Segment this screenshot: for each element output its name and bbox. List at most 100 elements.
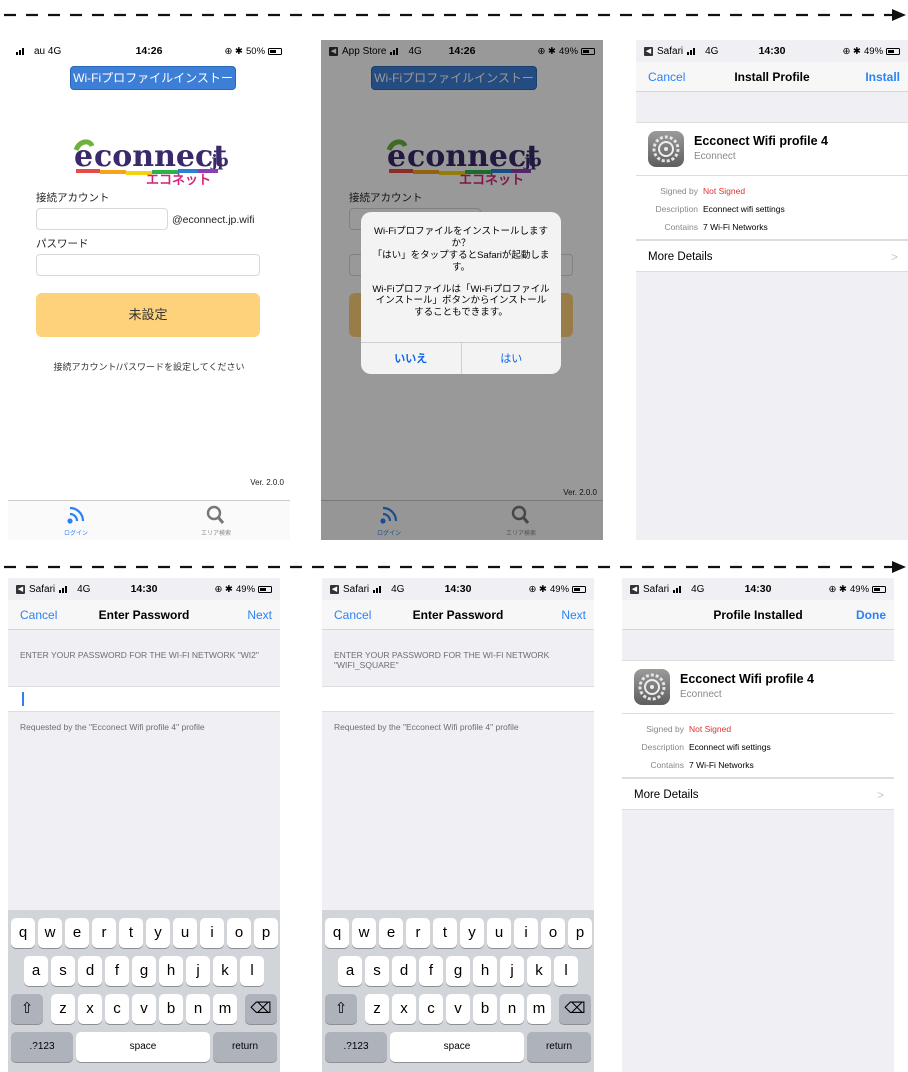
next-button[interactable]: Next: [247, 600, 272, 630]
status-bar: ◀ Safari 4G 14:30 ⊕ ✱ 49%: [622, 578, 894, 600]
key-s[interactable]: s: [365, 956, 389, 986]
back-app-icon[interactable]: ◀: [630, 584, 639, 594]
key-z[interactable]: z: [365, 994, 389, 1024]
password-input[interactable]: [36, 254, 260, 276]
svg-text:.jp: .jp: [206, 151, 229, 170]
back-app-label[interactable]: Safari: [643, 584, 669, 595]
screen-enter-password-wi2: ◀ Safari 4G 14:30 ⊕ ✱ 49% Enter Password…: [8, 578, 280, 1072]
chevron-right-icon: >: [876, 788, 884, 802]
password-field[interactable]: [8, 686, 280, 712]
tab-login[interactable]: ログイン: [46, 505, 106, 537]
key-x[interactable]: x: [78, 994, 102, 1024]
alert-no-button[interactable]: いいえ: [361, 343, 461, 374]
key-r[interactable]: r: [406, 918, 430, 948]
key-v[interactable]: v: [132, 994, 156, 1024]
key-x[interactable]: x: [392, 994, 416, 1024]
key-l[interactable]: l: [240, 956, 264, 986]
key-m[interactable]: m: [213, 994, 237, 1024]
back-app-icon[interactable]: ◀: [330, 584, 339, 594]
more-details-row[interactable]: More Details >: [622, 778, 894, 810]
key-i[interactable]: i: [514, 918, 538, 948]
unset-button[interactable]: 未設定: [36, 293, 260, 337]
done-button[interactable]: Done: [856, 600, 886, 630]
back-app-label[interactable]: Safari: [343, 584, 369, 595]
key-k[interactable]: k: [527, 956, 551, 986]
cancel-button[interactable]: Cancel: [20, 600, 57, 630]
next-button[interactable]: Next: [561, 600, 586, 630]
install-button[interactable]: Install: [865, 62, 900, 92]
key-q[interactable]: q: [325, 918, 349, 948]
shift-key[interactable]: ⇧: [325, 994, 357, 1024]
key-w[interactable]: w: [38, 918, 62, 948]
key-m[interactable]: m: [527, 994, 551, 1024]
return-key[interactable]: return: [527, 1032, 591, 1062]
numbers-key[interactable]: .?123: [11, 1032, 73, 1062]
key-y[interactable]: y: [146, 918, 170, 948]
key-j[interactable]: j: [186, 956, 210, 986]
key-r[interactable]: r: [92, 918, 116, 948]
description-value: Econnect wifi settings: [703, 204, 785, 214]
key-v[interactable]: v: [446, 994, 470, 1024]
account-input[interactable]: [36, 208, 168, 230]
key-e[interactable]: e: [379, 918, 403, 948]
delete-key[interactable]: ⌫: [559, 994, 591, 1024]
key-a[interactable]: a: [24, 956, 48, 986]
back-app-icon[interactable]: ◀: [16, 584, 25, 594]
key-u[interactable]: u: [487, 918, 511, 948]
numbers-key[interactable]: .?123: [325, 1032, 387, 1062]
key-o[interactable]: o: [541, 918, 565, 948]
more-details-row[interactable]: More Details >: [636, 240, 908, 272]
key-g[interactable]: g: [446, 956, 470, 986]
back-app-label[interactable]: Safari: [657, 46, 683, 57]
back-app-icon[interactable]: ◀: [644, 46, 653, 56]
key-t[interactable]: t: [119, 918, 143, 948]
back-app-label[interactable]: Safari: [29, 584, 55, 595]
key-f[interactable]: f: [105, 956, 129, 986]
signal-icon: [687, 47, 701, 55]
password-field[interactable]: [322, 686, 594, 712]
key-n[interactable]: n: [500, 994, 524, 1024]
key-d[interactable]: d: [392, 956, 416, 986]
key-w[interactable]: w: [352, 918, 376, 948]
space-key[interactable]: space: [76, 1032, 210, 1062]
key-n[interactable]: n: [186, 994, 210, 1024]
key-c[interactable]: c: [105, 994, 129, 1024]
key-f[interactable]: f: [419, 956, 443, 986]
cancel-button[interactable]: Cancel: [648, 62, 685, 92]
key-z[interactable]: z: [51, 994, 75, 1024]
key-b[interactable]: b: [473, 994, 497, 1024]
key-b[interactable]: b: [159, 994, 183, 1024]
clock: 14:30: [130, 583, 158, 595]
signed-by-value: Not Signed: [703, 186, 746, 196]
key-p[interactable]: p: [254, 918, 278, 948]
key-q[interactable]: q: [11, 918, 35, 948]
key-y[interactable]: y: [460, 918, 484, 948]
key-d[interactable]: d: [78, 956, 102, 986]
key-l[interactable]: l: [554, 956, 578, 986]
key-h[interactable]: h: [473, 956, 497, 986]
more-details-label: More Details: [634, 789, 699, 801]
key-c[interactable]: c: [419, 994, 443, 1024]
key-a[interactable]: a: [338, 956, 362, 986]
alert-yes-button[interactable]: はい: [460, 343, 562, 374]
key-i[interactable]: i: [200, 918, 224, 948]
key-t[interactable]: t: [433, 918, 457, 948]
space-key[interactable]: space: [390, 1032, 524, 1062]
key-e[interactable]: e: [65, 918, 89, 948]
wifi-profile-install-button[interactable]: Wi-Fiプロファイルインストール: [70, 66, 236, 107]
key-g[interactable]: g: [132, 956, 156, 986]
key-k[interactable]: k: [213, 956, 237, 986]
key-o[interactable]: o: [227, 918, 251, 948]
bluetooth-icon: ⊕ ✱: [842, 45, 861, 57]
return-key[interactable]: return: [213, 1032, 277, 1062]
shift-key[interactable]: ⇧: [11, 994, 43, 1024]
tab-area-search[interactable]: エリア検索: [186, 505, 246, 537]
key-u[interactable]: u: [173, 918, 197, 948]
key-j[interactable]: j: [500, 956, 524, 986]
requested-by-note: Requested by the "Ecconect Wifi profile …: [20, 722, 205, 732]
cancel-button[interactable]: Cancel: [334, 600, 371, 630]
key-p[interactable]: p: [568, 918, 592, 948]
key-s[interactable]: s: [51, 956, 75, 986]
key-h[interactable]: h: [159, 956, 183, 986]
delete-key[interactable]: ⌫: [245, 994, 277, 1024]
